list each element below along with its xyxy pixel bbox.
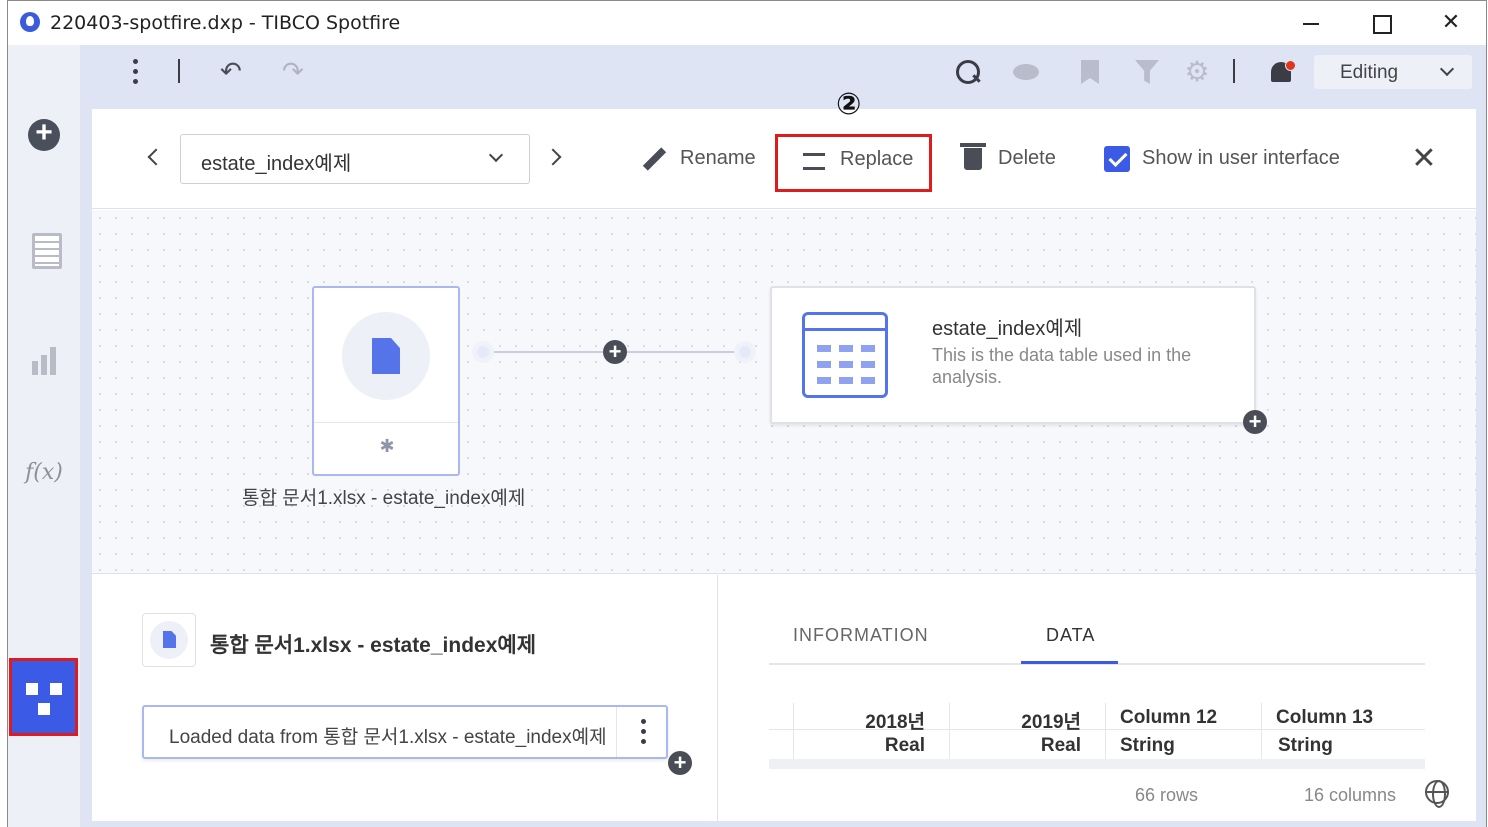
data-table-title: estate_index예제 (932, 318, 1083, 340)
source-file-badge (142, 613, 196, 667)
show-in-ui-label: Show in user interface (1142, 147, 1340, 169)
column-header[interactable]: 2019년 Real (949, 703, 1105, 759)
previous-table-chevron-icon[interactable] (147, 148, 165, 166)
pencil-icon (642, 148, 666, 172)
delete-button[interactable]: Delete (958, 134, 1068, 184)
data-canvas-icon-part (50, 683, 62, 695)
main-area: estate_index예제 Rename Replace Delete Sho… (80, 87, 1486, 827)
add-step-plus-icon[interactable]: + (668, 751, 692, 775)
bar-icon-part (50, 347, 56, 375)
add-data-plus-icon[interactable]: + (1243, 410, 1267, 434)
data-table-description: This is the data table used in the analy… (932, 345, 1192, 387)
chevron-down-icon (488, 147, 504, 163)
delete-label: Delete (998, 147, 1056, 169)
column-header[interactable]: 2018년 Real (793, 703, 949, 759)
source-details: 통합 문서1.xlsx - estate_index예제 Loaded data… (92, 575, 718, 821)
load-step-card[interactable]: Loaded data from 통합 문서1.xlsx - estate_in… (142, 705, 668, 759)
node-divider (314, 422, 458, 423)
file-icon (372, 338, 400, 374)
detail-tabs: INFORMATION DATA (769, 615, 1425, 665)
rename-button[interactable]: Rename (640, 134, 770, 184)
collaboration-icon[interactable] (1010, 57, 1040, 87)
file-icon (163, 631, 176, 648)
replace-label: Replace (840, 148, 914, 170)
main-toolbar: ↶ ↷ ⚙ Editing (80, 45, 1486, 97)
column-header[interactable]: Column 13 String (1261, 703, 1417, 759)
column-header[interactable]: Column 12 String (1105, 703, 1261, 759)
data-canvas-icon-part (38, 703, 50, 715)
data-source-node[interactable]: ✱ (312, 286, 460, 476)
active-tab-indicator (1021, 661, 1118, 664)
show-in-ui-checkbox[interactable] (1104, 146, 1130, 172)
spotfire-logo-icon (20, 12, 40, 32)
tab-data[interactable]: DATA (1046, 625, 1095, 646)
step-menu-kebab-icon[interactable] (616, 707, 668, 757)
connector-handle[interactable] (734, 341, 756, 363)
source-title: 통합 문서1.xlsx - estate_index예제 (210, 634, 537, 657)
app-window: 220403-spotfire.dxp - TIBCO Spotfire ✕ f… (7, 0, 1487, 827)
data-table-node[interactable]: estate_index예제 This is the data table us… (770, 286, 1256, 424)
column-name: Column 13 (1276, 707, 1374, 728)
data-table-icon (802, 312, 888, 398)
add-icon[interactable] (24, 115, 64, 155)
filter-icon[interactable] (1132, 57, 1162, 87)
tab-information[interactable]: INFORMATION (793, 625, 929, 646)
connector-handle[interactable] (472, 341, 494, 363)
toolbar-separator (178, 59, 180, 83)
column-type: String (1120, 735, 1175, 756)
source-caption: 통합 문서1.xlsx - estate_index예제 (242, 488, 526, 509)
globe-icon[interactable] (1425, 780, 1449, 808)
source-icon-circle (342, 312, 430, 400)
column-type: Real (1040, 735, 1081, 756)
column-type: String (1278, 735, 1333, 756)
chevron-down-icon (1439, 61, 1455, 77)
mode-label: Editing (1340, 62, 1399, 83)
column-name: 2019년 (1021, 712, 1081, 733)
data-canvas-panel: estate_index예제 Rename Replace Delete Sho… (92, 87, 1476, 821)
flow-canvas: ✱ 통합 문서1.xlsx - estate_index예제 + estate_… (92, 210, 1476, 574)
annotation-marker-2: ② (836, 87, 862, 122)
bookmark-icon[interactable] (1075, 57, 1105, 87)
data-canvas-button[interactable] (9, 658, 78, 736)
transform-icon: ✱ (379, 436, 395, 456)
data-table-name: estate_index예제 (201, 153, 352, 175)
minimize-button[interactable] (1296, 9, 1326, 37)
undo-icon[interactable]: ↶ (220, 57, 250, 87)
next-table-chevron-icon[interactable] (544, 148, 562, 166)
column-type: Real (884, 735, 925, 756)
data-table-selector[interactable]: estate_index예제 (180, 134, 530, 184)
data-canvas-icon (26, 683, 38, 695)
close-window-button[interactable]: ✕ (1436, 9, 1466, 37)
notification-bell-icon[interactable] (1266, 57, 1296, 87)
column-name: Column 12 (1120, 707, 1218, 728)
row-count: 66 rows (1135, 785, 1199, 805)
panel-header: estate_index예제 Rename Replace Delete Sho… (92, 109, 1476, 209)
show-in-ui-toggle[interactable]: Show in user interface (1104, 134, 1354, 184)
search-icon[interactable] (953, 57, 983, 87)
column-preview: 2018년 Real 2019년 Real Column 12 String C… (769, 693, 1425, 769)
replace-button[interactable]: Replace (775, 134, 932, 192)
visualizations-icon[interactable] (24, 341, 64, 381)
bar-icon-part (41, 355, 47, 375)
maximize-button[interactable] (1366, 9, 1396, 37)
pages-icon[interactable] (24, 229, 64, 269)
window-title: 220403-spotfire.dxp - TIBCO Spotfire (50, 12, 401, 34)
column-name: 2018년 (865, 712, 925, 733)
settings-gear-icon[interactable]: ⚙ (1182, 57, 1212, 87)
menu-kebab-icon[interactable] (120, 57, 150, 87)
data-preview: INFORMATION DATA 2018년 Real 2019년 Real C… (719, 575, 1476, 821)
toolbar-separator (1233, 59, 1235, 83)
redo-icon[interactable]: ↷ (282, 57, 312, 87)
insert-step-plus-icon[interactable]: + (603, 340, 627, 364)
close-panel-icon[interactable]: ✕ (1410, 144, 1438, 174)
title-bar: 220403-spotfire.dxp - TIBCO Spotfire ✕ (8, 1, 1486, 45)
load-step-label: Loaded data from 통합 문서1.xlsx - estate_in… (169, 727, 607, 748)
functions-icon[interactable]: f(x) (24, 453, 64, 493)
rename-label: Rename (680, 147, 756, 169)
column-count: 16 columns (1304, 785, 1397, 805)
mode-selector[interactable]: Editing (1314, 55, 1472, 89)
bar-icon-part (32, 361, 38, 375)
